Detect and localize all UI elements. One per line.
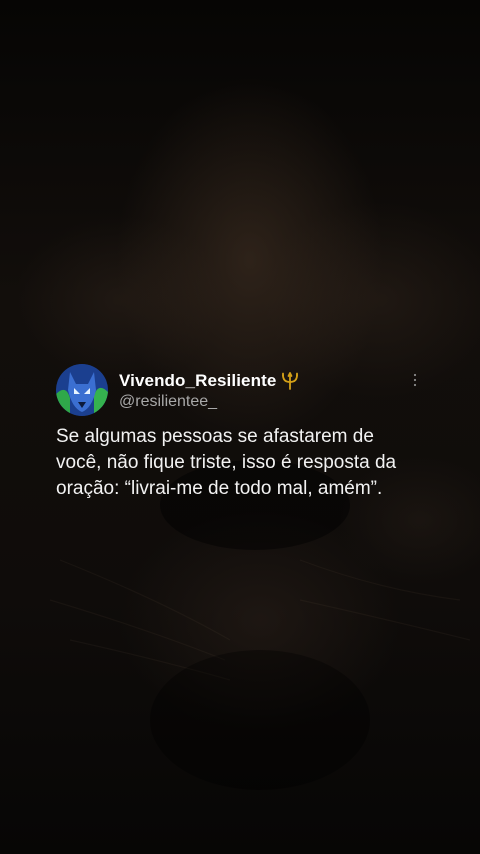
post-header: Vivendo_Resiliente @resilientee_: [56, 362, 436, 416]
display-name[interactable]: Vivendo_Resiliente: [119, 371, 276, 391]
display-name-row: Vivendo_Resiliente: [119, 370, 300, 392]
author-names: Vivendo_Resiliente @resilientee_: [119, 370, 300, 411]
user-handle[interactable]: @resilientee_: [119, 393, 300, 411]
trident-icon: [280, 371, 300, 391]
avatar[interactable]: [56, 364, 108, 416]
post-card[interactable]: Vivendo_Resiliente @resilientee_ Se algu…: [56, 362, 436, 502]
post-text: Se algumas pessoas se afastarem de você,…: [56, 426, 397, 499]
more-vertical-icon[interactable]: [411, 372, 419, 388]
wolf-avatar-icon: [56, 364, 108, 416]
